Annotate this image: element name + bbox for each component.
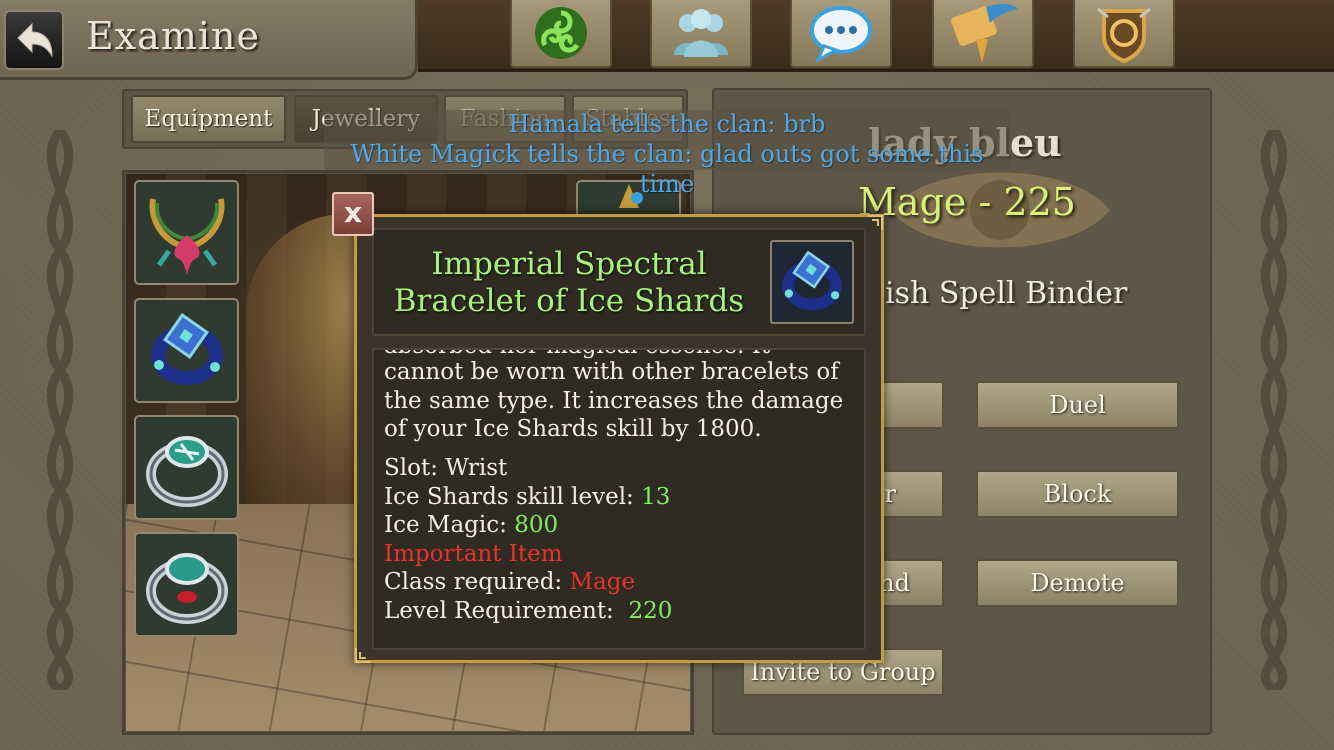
demote-button[interactable]: Demote <box>976 559 1179 607</box>
stat-ice-magic: Ice Magic: 800 <box>384 512 559 538</box>
block-button[interactable]: Block <box>976 470 1179 518</box>
stat-class-required: Class required: Mage <box>384 569 636 595</box>
back-arrow-icon <box>17 22 53 58</box>
jewellery-slot-necklace[interactable] <box>134 180 239 285</box>
clan-shield-icon <box>1097 7 1151 63</box>
stat-slot: Slot: Wrist <box>384 455 508 481</box>
ring-icon <box>145 435 228 507</box>
jewellery-slot-bracelet[interactable] <box>134 298 239 403</box>
chat-icon <box>810 6 872 62</box>
social-icon <box>674 9 728 57</box>
corner-ornament <box>355 648 370 663</box>
item-description: cannot be worn with other bracelets of t… <box>384 359 844 442</box>
duel-button[interactable]: Duel <box>976 381 1179 429</box>
nav-quest-button[interactable] <box>932 0 1034 68</box>
item-stats: Slot: Wrist Ice Shards skill level: 13 I… <box>384 454 854 625</box>
jewellery-slot-ring-2[interactable] <box>134 532 239 637</box>
bracelet-icon <box>782 250 842 311</box>
jewellery-slot-ring-1[interactable] <box>134 415 239 520</box>
nav-chat-button[interactable] <box>790 0 892 68</box>
item-icon-frame <box>770 240 854 324</box>
bracelet-icon <box>150 312 223 385</box>
triskelion-icon <box>535 7 587 59</box>
page-title: Examine <box>86 14 260 58</box>
quest-scroll-icon <box>951 3 1018 63</box>
close-button[interactable]: x <box>332 192 374 236</box>
back-button[interactable] <box>4 10 64 70</box>
ring-icon <box>145 552 228 624</box>
tab-equipment[interactable]: Equipment <box>131 95 286 143</box>
nav-social-button[interactable] <box>650 0 752 68</box>
player-rank: ish Spell Binder <box>885 276 1128 311</box>
item-title: Imperial Spectral Bracelet of Ice Shards <box>393 246 745 319</box>
nav-triskelion-button[interactable] <box>510 0 612 68</box>
chat-message-2-cont: time <box>639 170 695 198</box>
corner-ornament <box>868 215 883 230</box>
left-knot-ornament <box>46 130 74 690</box>
nav-clan-button[interactable] <box>1073 0 1175 68</box>
necklace-icon <box>149 198 224 275</box>
chat-message-1: Hamala tells the clan: brb <box>508 110 826 138</box>
stat-level-requirement: Level Requirement: 220 <box>384 597 673 624</box>
right-knot-ornament <box>1260 130 1288 690</box>
chat-message-2: White Magick tells the clan: glad outs g… <box>350 140 984 168</box>
stat-important-item: Important Item <box>384 540 563 567</box>
stat-skill-level: Ice Shards skill level: 13 <box>384 483 671 510</box>
item-details[interactable]: absorbed her magical essence. It cannot … <box>372 348 866 650</box>
